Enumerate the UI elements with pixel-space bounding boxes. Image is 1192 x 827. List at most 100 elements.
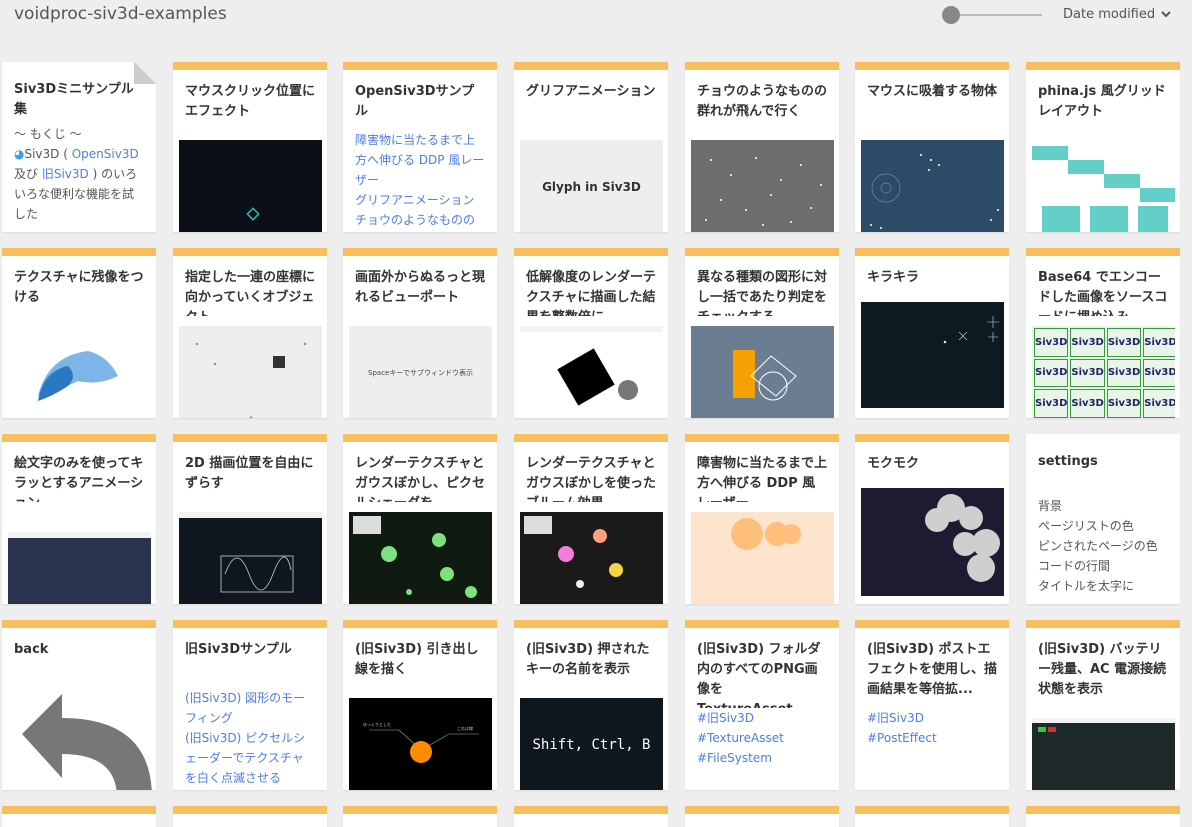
card-partial[interactable] bbox=[343, 806, 497, 827]
thumbnail-graphic bbox=[731, 518, 801, 550]
card-base64-embed[interactable]: Base64 でエンコードした画像をソースコードに埋め込み... Siv3D S… bbox=[1026, 248, 1180, 418]
thumbnail-graphic bbox=[1032, 718, 1175, 732]
card-partial[interactable] bbox=[173, 806, 327, 827]
card-butterfly-swarm[interactable]: チョウのようなものの群れが飛んで行く bbox=[685, 62, 839, 232]
card-title: 低解像度のレンダーテクスチャに描画した結果を整数倍に... bbox=[526, 270, 657, 316]
header: voidproc-siv3d-examples Date modified bbox=[0, 0, 1192, 40]
card-partial[interactable] bbox=[685, 806, 839, 827]
card-low-res-render[interactable]: 低解像度のレンダーテクスチャに描画した結果を整数倍に... bbox=[514, 248, 668, 418]
thumbnail bbox=[1032, 140, 1175, 232]
thumbnail bbox=[691, 512, 834, 604]
desc-rich: ◕Siv3D ( OpenSiv3D 及び 旧Siv3D ) のいろいろな便利な… bbox=[14, 147, 139, 221]
card-mokumoku[interactable]: モクモク bbox=[855, 434, 1009, 604]
card-post-effect[interactable]: (旧Siv3D) ポストエフェクトを使用し、描画結果を等倍拡... #旧Siv3… bbox=[855, 620, 1009, 790]
card-siv3d-mini-samples[interactable]: Siv3Dミニサンプル集 〜 もくじ 〜 ◕Siv3D ( OpenSiv3D … bbox=[2, 62, 156, 232]
desc-line: コードの行間 bbox=[1038, 559, 1111, 573]
project-title[interactable]: voidproc-siv3d-examples bbox=[14, 4, 227, 24]
link-item[interactable]: 障害物に当たるまで上方へ伸びる DDP 風レーザー bbox=[355, 130, 485, 190]
card-title: 旧Siv3Dサンプル bbox=[185, 642, 292, 657]
thumb-text: Shift, Ctrl, B bbox=[532, 737, 651, 753]
card-tags: #旧Siv3D #PostEffect bbox=[855, 708, 1009, 790]
tag-link[interactable]: #旧Siv3D bbox=[697, 708, 827, 728]
card-title: settings bbox=[1038, 454, 1098, 469]
link-item[interactable]: チョウのようなものの bbox=[355, 210, 485, 230]
tag-link[interactable]: #TextureAsset bbox=[697, 728, 827, 748]
thumbnail-graphic bbox=[733, 350, 797, 401]
thumbnail-graphic bbox=[520, 326, 663, 406]
card-partial[interactable] bbox=[1026, 806, 1180, 827]
thumbnail-graphic: ゆっくりとした これは線 bbox=[363, 721, 479, 763]
card-tags: #旧Siv3D #TextureAsset #FileSystem bbox=[685, 708, 839, 790]
tag-link[interactable]: #旧Siv3D #PostEffect bbox=[867, 708, 997, 748]
card-back[interactable]: back bbox=[2, 620, 156, 790]
card-title: レンダーテクスチャとガウスぼかしを使ったブルーム効果 bbox=[526, 456, 657, 502]
card-title: 障害物に当たるまで上方へ伸びる DDP 風レーザー bbox=[697, 456, 828, 502]
thumbnail bbox=[861, 140, 1004, 232]
card-glyph-animation[interactable]: グリフアニメーション Glyph in Siv3D bbox=[514, 62, 668, 232]
card-title: OpenSiv3Dサンプル bbox=[355, 84, 475, 119]
card-title: (旧Siv3D) ポストエフェクトを使用し、描画結果を等倍拡... bbox=[867, 642, 998, 697]
card-title: (旧Siv3D) 押されたキーの名前を表示 bbox=[526, 642, 650, 677]
logo-tile: Siv3D bbox=[1070, 358, 1105, 388]
card-links: 障害物に当たるまで上方へ伸びる DDP 風レーザー グリフアニメーション チョウ… bbox=[343, 130, 497, 230]
card-leader-line[interactable]: (旧Siv3D) 引き出し線を描く ゆっくりとした これは線 bbox=[343, 620, 497, 790]
card-pressed-key-name[interactable]: (旧Siv3D) 押されたキーの名前を表示 Shift, Ctrl, B bbox=[514, 620, 668, 790]
card-title: レンダーテクスチャとガウスぼかし、ピクセルシェーダを... bbox=[355, 456, 486, 502]
card-texture-afterimage[interactable]: テクスチャに残像をつける bbox=[2, 248, 156, 418]
thumbnail-graphic bbox=[246, 207, 260, 221]
card-texture-asset-png[interactable]: (旧Siv3D) フォルダ内のすべてのPNG画像をTextureAsset...… bbox=[685, 620, 839, 790]
tag-link[interactable]: #FileSystem bbox=[697, 748, 827, 768]
zoom-thumb[interactable] bbox=[942, 6, 960, 24]
thumbnail bbox=[179, 140, 322, 232]
thumbnail-graphic bbox=[353, 516, 477, 598]
card-title: Base64 でエンコードした画像をソースコードに埋め込み... bbox=[1038, 270, 1168, 316]
link-item[interactable]: グリフアニメーション bbox=[355, 190, 485, 210]
card-links: (旧Siv3D) 図形のモーフィング (旧Siv3D) ピクセルシェーダーでテク… bbox=[173, 688, 327, 788]
card-partial[interactable] bbox=[855, 806, 1009, 827]
thumbnail: Glyph in Siv3D bbox=[520, 140, 663, 232]
card-viewport-slide[interactable]: 画面外からぬるっと現れるビューポート Spaceキーでサブウィンドウ表示 bbox=[343, 248, 497, 418]
card-mouse-magnet[interactable]: マウスに吸着する物体 bbox=[855, 62, 1009, 232]
desc-line: タイトルを太字に bbox=[1038, 579, 1135, 593]
logo-tile: Siv3D bbox=[1143, 389, 1175, 418]
thumbnail bbox=[520, 326, 663, 418]
card-battery-status[interactable]: (旧Siv3D) バッテリー残量、AC 電源接続状態を表示 bbox=[1026, 620, 1180, 790]
sort-label: Date modified bbox=[1063, 7, 1156, 22]
card-settings[interactable]: settings 背景 ページリストの色 ピンされたページの色 コードの行間 タ… bbox=[1026, 434, 1180, 604]
card-sparkle[interactable]: キラキラ bbox=[855, 248, 1009, 418]
card-sequential-target[interactable]: 指定した一連の座標に向かっていくオブジェクト bbox=[173, 248, 327, 418]
thumbnail bbox=[8, 532, 151, 604]
desc-line: 〜 もくじ 〜 bbox=[14, 127, 82, 141]
card-emoji-sparkle[interactable]: 絵文字のみを使ってキラッとするアニメーション bbox=[2, 434, 156, 604]
zoom-slider[interactable] bbox=[942, 6, 1044, 24]
card-2d-offset[interactable]: 2D 描画位置を自由にずらす bbox=[173, 434, 327, 604]
card-title: チョウのようなものの群れが飛んで行く bbox=[697, 84, 828, 119]
card-description: 〜 もくじ 〜 ◕Siv3D ( OpenSiv3D 及び 旧Siv3D ) の… bbox=[2, 124, 156, 232]
thumbnail-graphic bbox=[38, 351, 118, 401]
card-mouse-click-effect[interactable]: マウスクリック位置にエフェクト bbox=[173, 62, 327, 232]
card-gaussian-blur-shader[interactable]: レンダーテクスチャとガウスぼかし、ピクセルシェーダを... bbox=[343, 434, 497, 604]
thumb-label: これは線 bbox=[457, 725, 473, 731]
card-phina-grid[interactable]: phina.js 風グリッドレイアウト bbox=[1026, 62, 1180, 232]
card-partial[interactable] bbox=[2, 806, 156, 827]
logo-tile: Siv3D bbox=[1070, 389, 1105, 418]
logo-tile: Siv3D bbox=[1034, 328, 1069, 357]
card-opensiv3d-samples[interactable]: OpenSiv3Dサンプル 障害物に当たるまで上方へ伸びる DDP 風レーザー … bbox=[343, 62, 497, 232]
thumbnail-graphic bbox=[705, 157, 822, 226]
thumbnail bbox=[179, 512, 322, 604]
logo-tile: Siv3D bbox=[1143, 358, 1175, 388]
card-ddp-laser[interactable]: 障害物に当たるまで上方へ伸びる DDP 風レーザー bbox=[685, 434, 839, 604]
sort-select[interactable]: Date modified bbox=[1063, 7, 1171, 22]
link-item[interactable]: (旧Siv3D) 図形のモーフィング bbox=[185, 688, 315, 728]
link-item[interactable]: (旧Siv3D) ピクセルシェーダーでテクスチャを白く点滅させる bbox=[185, 728, 315, 788]
card-collision-check[interactable]: 異なる種類の図形に対し一括であたり判定をチェックする bbox=[685, 248, 839, 418]
card-partial[interactable] bbox=[514, 806, 668, 827]
link-opensiv3d[interactable]: OpenSiv3D bbox=[72, 147, 139, 161]
link-old-siv3d[interactable]: 旧Siv3D bbox=[42, 167, 89, 181]
thumbnail-graphic bbox=[195, 342, 307, 418]
thumbnail bbox=[349, 512, 492, 604]
card-bloom-effect[interactable]: レンダーテクスチャとガウスぼかしを使ったブルーム効果 bbox=[514, 434, 668, 604]
desc-line: ページリストの色 bbox=[1038, 519, 1134, 533]
desc-line: 背景 bbox=[1038, 499, 1063, 513]
card-old-siv3d-samples[interactable]: 旧Siv3Dサンプル (旧Siv3D) 図形のモーフィング (旧Siv3D) ピ… bbox=[173, 620, 327, 790]
